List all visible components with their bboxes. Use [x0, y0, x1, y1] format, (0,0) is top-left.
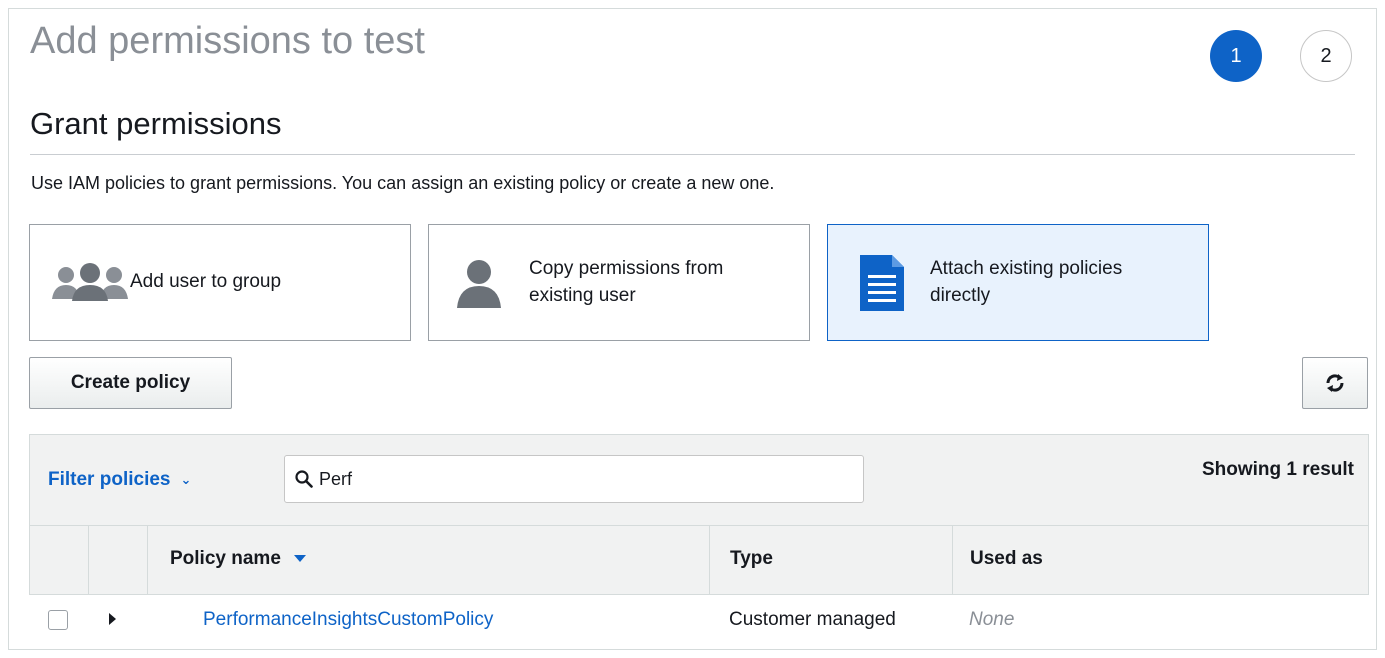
table-row: PerformanceInsightsCustomPolicy Customer…	[29, 595, 1369, 650]
search-icon	[295, 470, 313, 488]
refresh-button[interactable]	[1302, 357, 1368, 409]
divider	[30, 154, 1355, 155]
column-separator	[88, 526, 89, 594]
result-count: Showing 1 result	[1201, 459, 1354, 480]
row-checkbox[interactable]	[48, 610, 68, 630]
policy-type: Customer managed	[729, 609, 896, 630]
user-icon	[457, 258, 501, 308]
search-input[interactable]	[317, 467, 841, 491]
sort-desc-icon	[294, 555, 307, 563]
create-policy-button[interactable]: Create policy	[29, 357, 232, 409]
expand-row-icon[interactable]	[109, 613, 116, 625]
search-field[interactable]	[284, 455, 864, 503]
option-label: Add user to group	[130, 271, 282, 293]
option-label: Attach existing policies directly	[930, 256, 1122, 309]
document-icon	[860, 254, 904, 311]
user-group-icon	[50, 262, 130, 303]
section-description: Use IAM policies to grant permissions. Y…	[31, 173, 775, 193]
column-header-used-as[interactable]: Used as	[970, 548, 1043, 570]
option-copy-permissions[interactable]: Copy permissions from existing user	[428, 224, 810, 341]
step-2-indicator[interactable]: 2	[1300, 30, 1352, 82]
policy-name-link[interactable]: PerformanceInsightsCustomPolicy	[203, 609, 493, 631]
option-label-line: directly	[930, 284, 991, 306]
section-title: Grant permissions	[30, 106, 282, 141]
filter-bar: Filter policies ⌄ Showing 1 result	[29, 434, 1369, 526]
option-add-user-to-group[interactable]: Add user to group	[29, 224, 411, 341]
column-header-policy-name[interactable]: Policy name	[170, 548, 307, 570]
option-label-line: Attach existing policies	[930, 257, 1123, 279]
option-label-line: Copy permissions from	[529, 257, 724, 279]
policy-used-as: None	[969, 609, 1015, 630]
option-label: Copy permissions from existing user	[529, 256, 723, 309]
filter-policies-label: Filter policies	[48, 469, 171, 490]
page-title: Add permissions to test	[30, 20, 425, 62]
column-separator	[952, 526, 953, 594]
filter-policies-dropdown[interactable]: Filter policies ⌄	[48, 469, 191, 491]
chevron-down-icon: ⌄	[180, 472, 192, 487]
column-header-label: Policy name	[170, 548, 281, 569]
refresh-icon	[1324, 372, 1346, 394]
table-header: Policy name Type Used as	[29, 525, 1369, 595]
option-label-line: existing user	[529, 284, 636, 306]
step-1-indicator[interactable]: 1	[1210, 30, 1262, 82]
option-attach-policies[interactable]: Attach existing policies directly	[827, 224, 1209, 341]
column-separator	[709, 526, 710, 594]
column-header-type[interactable]: Type	[730, 548, 773, 570]
column-separator	[147, 526, 148, 594]
